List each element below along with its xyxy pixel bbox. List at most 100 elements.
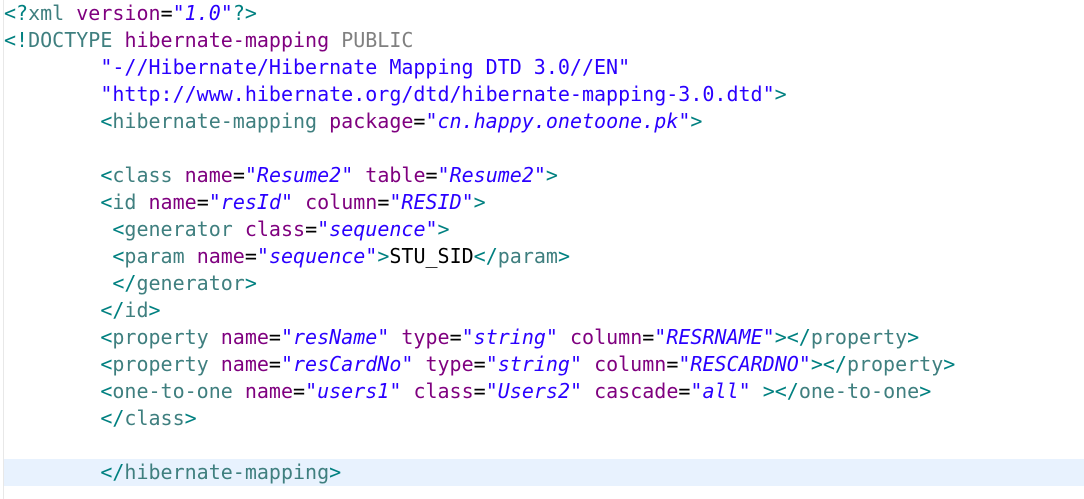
code-token-str: "sequence"	[256, 244, 378, 268]
code-token-txt: =	[642, 325, 655, 349]
code-token-str: "resName"	[280, 325, 390, 349]
code-line[interactable]: </generator>	[4, 270, 1084, 297]
code-token-tag: one-to-one	[798, 379, 920, 403]
code-token-gap	[233, 379, 245, 403]
code-token-gap	[136, 190, 148, 214]
code-token-mark: >	[545, 163, 558, 187]
code-token-tag: id	[112, 190, 137, 214]
code-token-attr: column	[594, 352, 667, 376]
code-token-gap	[4, 82, 100, 106]
code-token-attr: name	[148, 190, 197, 214]
code-token-tag: param	[497, 244, 558, 268]
code-line[interactable]: <param name="sequence">STU_SID</param>	[4, 243, 1084, 270]
code-token-txt: =	[305, 217, 318, 241]
code-token-attr: type	[425, 352, 474, 376]
code-token-str: "Users2"	[485, 379, 583, 403]
code-line[interactable]: <generator class="sequence">	[4, 216, 1084, 243]
code-token-attr: column	[569, 325, 643, 349]
code-token-kw: PUBLIC	[341, 28, 414, 52]
code-line[interactable]: <?xml version="1.0"?>	[4, 0, 1084, 27]
code-token-txt: =	[268, 352, 281, 376]
code-line[interactable]: </id>	[4, 297, 1084, 324]
code-token-txt: =	[473, 352, 486, 376]
code-line[interactable]: </class>	[4, 405, 1084, 432]
code-token-attr: cascade	[594, 379, 679, 403]
code-token-gap	[4, 271, 112, 295]
code-token-mark: >	[377, 244, 390, 268]
code-token-mark: <?	[4, 1, 29, 25]
code-token-attr: type	[401, 325, 450, 349]
code-token-gap	[389, 325, 401, 349]
code-token-mark: </	[473, 244, 498, 268]
code-editor[interactable]: <?xml version="1.0"?> <!DOCTYPE hibernate…	[0, 0, 1084, 499]
code-token-gap	[4, 352, 100, 376]
code-token-mark: </	[112, 271, 137, 295]
code-token-gap	[4, 325, 100, 349]
code-token-str: "string"	[461, 325, 558, 349]
code-token-txt: =	[196, 190, 209, 214]
code-token-str: "all"	[690, 379, 751, 403]
code-token-mark: ></	[810, 352, 847, 376]
code-token-mark: >	[148, 298, 161, 322]
code-token-str: "RESCARDNO"	[678, 352, 811, 376]
code-token-attr: name	[220, 325, 269, 349]
code-line[interactable]: "-//Hibernate/Hibernate Mapping DTD 3.0/…	[4, 54, 1084, 81]
code-token-tag: hibernate-mapping	[124, 460, 330, 484]
code-token-mark: <	[112, 244, 125, 268]
code-token-str: "cn.happy.onetoone.pk"	[425, 109, 691, 133]
code-token-gap	[582, 352, 594, 376]
code-token-mark: >	[919, 379, 932, 403]
code-token-mark: >	[184, 406, 197, 430]
code-line-current[interactable]: </hibernate-mapping>	[4, 459, 1084, 486]
code-token-str: "users1"	[305, 379, 402, 403]
code-token-tag: generator	[136, 271, 245, 295]
code-line[interactable]: <property name="resCardNo" type="string"…	[4, 351, 1084, 378]
code-line[interactable]	[4, 135, 1084, 162]
code-token-tag: hibernate-mapping	[112, 109, 318, 133]
code-token-gap	[185, 244, 197, 268]
code-line[interactable]: "http://www.hibernate.org/dtd/hibernate-…	[4, 81, 1084, 108]
code-token-attr: column	[305, 190, 378, 214]
code-token-gap	[233, 217, 245, 241]
code-token-gap	[329, 28, 341, 52]
code-line[interactable]: <one-to-one name="users1" class="Users2"…	[4, 378, 1084, 405]
code-token-gap	[4, 217, 112, 241]
code-token-attr: name	[184, 163, 233, 187]
code-token-txt: =	[449, 325, 462, 349]
code-token-gap	[4, 109, 100, 133]
code-token-str: "resCardNo"	[280, 352, 414, 376]
code-token-tag: property	[112, 325, 209, 349]
code-token-tag: DOCTYPE	[28, 28, 113, 52]
code-token-txt: =	[293, 379, 306, 403]
code-token-gap	[4, 379, 100, 403]
code-token-dtd: "http://www.hibernate.org/dtd/hibernate-…	[100, 82, 775, 106]
code-token-txt: =	[413, 109, 426, 133]
code-token-tag: class	[124, 406, 185, 430]
code-token-attr: version	[76, 1, 161, 25]
code-token-str: "Resume2"	[244, 163, 354, 187]
code-token-attr: table	[365, 163, 426, 187]
code-token-gap	[112, 28, 124, 52]
code-line[interactable]: <!DOCTYPE hibernate-mapping PUBLIC	[4, 27, 1084, 54]
code-line[interactable]: <hibernate-mapping package="cn.happy.one…	[4, 108, 1084, 135]
code-token-str: "resId"	[208, 190, 294, 214]
code-line[interactable]: <id name="resId" column="RESID">	[4, 189, 1084, 216]
code-token-attr: class	[413, 379, 474, 403]
code-token-mark: <	[100, 379, 113, 403]
code-token-gap	[317, 109, 329, 133]
code-line[interactable]	[4, 432, 1084, 459]
code-token-txt: STU_SID	[389, 244, 474, 268]
code-token-str: "RESID"	[389, 190, 474, 214]
code-token-str: "1.0"	[172, 1, 233, 25]
code-token-mark: ?>	[232, 1, 257, 25]
code-line[interactable]: <class name="Resume2" table="Resume2">	[4, 162, 1084, 189]
code-token-attr: name	[244, 379, 294, 403]
code-token-mark: <!	[4, 28, 29, 52]
code-token-gap	[582, 379, 594, 403]
code-token-mark: <	[100, 352, 113, 376]
code-token-gap	[751, 379, 763, 403]
code-token-mark: >	[329, 460, 342, 484]
code-line[interactable]: <property name="resName" type="string" c…	[4, 324, 1084, 351]
code-lines[interactable]: <?xml version="1.0"?> <!DOCTYPE hibernate…	[4, 0, 1084, 486]
code-token-txt: =	[678, 379, 691, 403]
